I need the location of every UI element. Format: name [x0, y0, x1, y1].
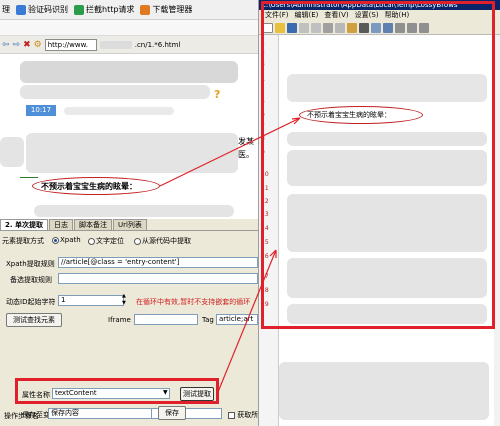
- arrow-button-to-editor: [217, 249, 277, 393]
- arrow-web-to-editor: [159, 117, 301, 187]
- annotation-arrows: [159, 117, 301, 393]
